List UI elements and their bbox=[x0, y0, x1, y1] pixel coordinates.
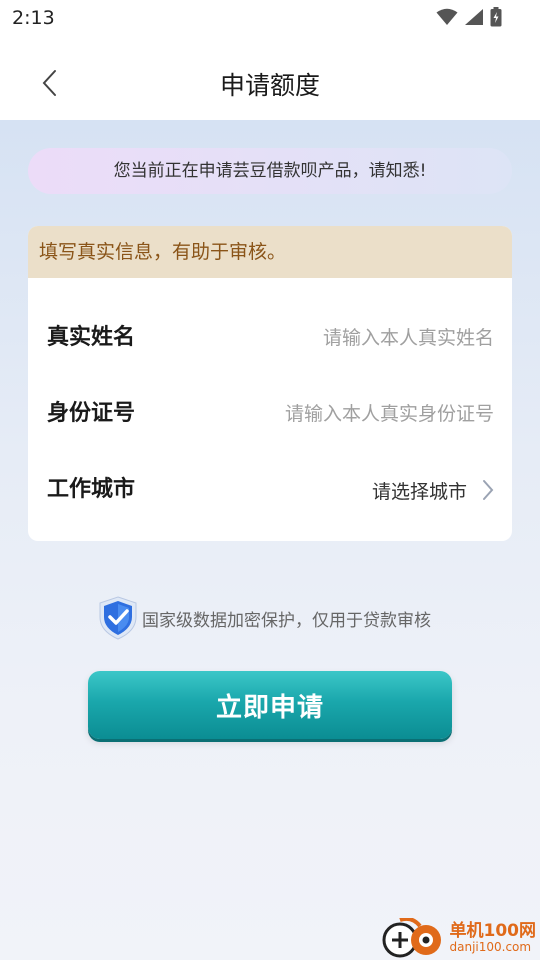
wifi-icon bbox=[436, 8, 458, 25]
id-number-row: 身份证号 bbox=[28, 384, 512, 444]
form-card: 填写真实信息，有助于审核。 真实姓名 身份证号 工作城市 请选择城市 bbox=[28, 226, 512, 541]
status-bar: 2:13 bbox=[0, 0, 540, 36]
watermark: 单机100网 danji100.com bbox=[380, 918, 537, 958]
notice-banner: 您当前正在申请芸豆借款呗产品，请知悉! bbox=[28, 148, 512, 194]
chevron-right-icon bbox=[483, 480, 494, 500]
status-icons bbox=[436, 7, 502, 27]
name-input[interactable] bbox=[214, 322, 494, 354]
id-number-label: 身份证号 bbox=[47, 401, 136, 426]
watermark-name: 单机100网 bbox=[449, 920, 537, 941]
id-number-input[interactable] bbox=[214, 398, 494, 430]
battery-icon bbox=[490, 7, 502, 27]
status-time: 2:13 bbox=[12, 7, 55, 29]
work-city-row: 工作城市 请选择城市 bbox=[28, 460, 512, 520]
signal-icon bbox=[465, 9, 483, 25]
header: 申请额度 bbox=[0, 36, 540, 120]
name-row: 真实姓名 bbox=[28, 308, 512, 368]
work-city-label: 工作城市 bbox=[47, 477, 136, 502]
name-label: 真实姓名 bbox=[47, 325, 136, 350]
page-title: 申请额度 bbox=[219, 71, 320, 100]
shield-icon bbox=[99, 596, 137, 640]
security-note: 国家级数据加密保护，仅用于贷款审核 bbox=[96, 596, 431, 640]
city-select-text: 请选择城市 bbox=[371, 480, 467, 503]
apply-button[interactable]: 立即申请 bbox=[88, 671, 452, 739]
watermark-url: danji100.com bbox=[449, 939, 532, 954]
city-select[interactable]: 请选择城市 bbox=[372, 460, 495, 520]
security-text: 国家级数据加密保护，仅用于贷款审核 bbox=[142, 610, 431, 631]
watermark-logo-icon bbox=[382, 918, 441, 958]
form-hint: 填写真实信息，有助于审核。 bbox=[28, 226, 512, 278]
